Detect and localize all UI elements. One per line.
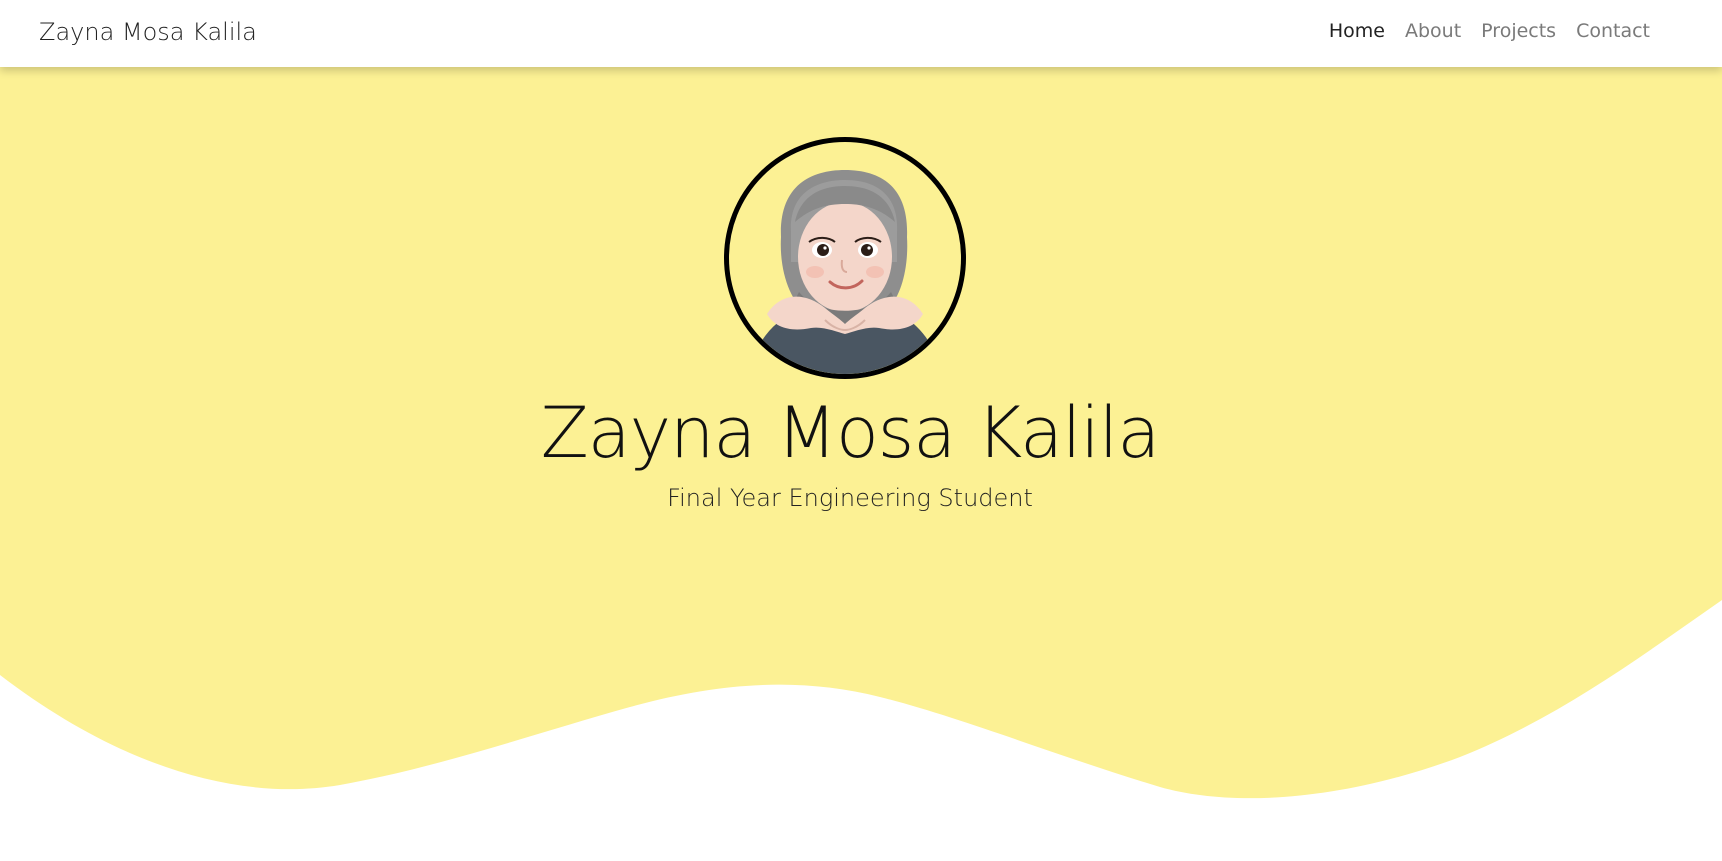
navbar: Zayna Mosa Kalila Home About Projects Co… xyxy=(0,0,1722,67)
nav-link-home[interactable]: Home xyxy=(1329,20,1385,42)
brand-link[interactable]: Zayna Mosa Kalila xyxy=(39,18,257,46)
hero-name: Zayna Mosa Kalila xyxy=(540,392,1160,474)
memoji-avatar-icon xyxy=(749,170,941,374)
hero-subtitle: Final Year Engineering Student xyxy=(667,484,1033,512)
nav-link-about[interactable]: About xyxy=(1405,20,1461,42)
hero-section: Zayna Mosa Kalila Final Year Engineering… xyxy=(0,67,1722,861)
nav-links: Home About Projects Contact xyxy=(1329,20,1650,42)
nav-link-contact[interactable]: Contact xyxy=(1576,20,1650,42)
avatar xyxy=(724,137,966,379)
nav-link-projects[interactable]: Projects xyxy=(1481,20,1556,42)
